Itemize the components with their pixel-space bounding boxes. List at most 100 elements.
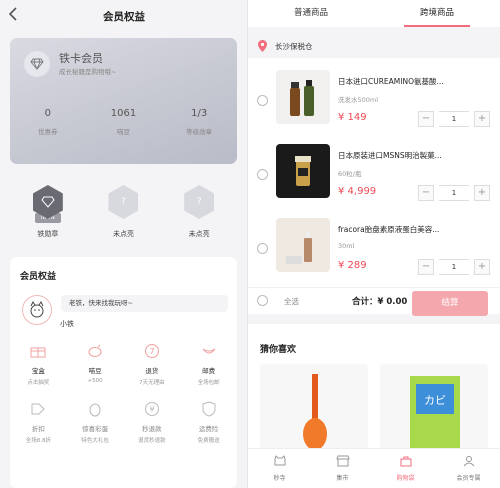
quantity-value[interactable]: 1 bbox=[439, 111, 469, 127]
cart-item: fracora胎盘素原液蛋白美容... 30ml ¥ 289 − 1 + bbox=[248, 212, 500, 286]
speech-bubble: 老铁，快来找我玩呀~ bbox=[61, 295, 228, 312]
benefit-sub: +500 bbox=[87, 378, 103, 384]
stat-value: 1061 bbox=[110, 108, 137, 119]
svg-text:カビ: カビ bbox=[424, 394, 446, 407]
stat-label: 等级勋章 bbox=[186, 128, 213, 136]
tabbar-label: 秒寺 bbox=[273, 475, 286, 482]
stat-beans[interactable]: 1061 喵豆 bbox=[86, 108, 162, 136]
egg-icon bbox=[85, 399, 105, 419]
benefits-grid: 宝盒点击抽奖 喵豆 +500 7 退货 7天无理由 邮费全场包邮 折扣 全场8.8折 惊… bbox=[10, 341, 237, 457]
stat-coupons[interactable]: 0 优惠券 bbox=[10, 108, 86, 136]
benefit-sub: 7天无理由 bbox=[139, 380, 165, 386]
benefit-sub: 点击抽奖 bbox=[27, 380, 50, 386]
product-name[interactable]: 日本原装进口MSNS明治製菓... bbox=[338, 150, 466, 161]
stat-value: 0 bbox=[44, 108, 52, 119]
tab-normal-goods[interactable]: 普通商品 bbox=[248, 0, 374, 27]
benefit-sub: 特色大礼包 bbox=[81, 438, 109, 444]
product-image[interactable] bbox=[276, 70, 330, 124]
svg-text:7: 7 bbox=[149, 347, 154, 356]
product-spec: 30ml bbox=[338, 242, 355, 250]
product-name[interactable]: fracora胎盘素原液蛋白美容... bbox=[338, 224, 466, 235]
stat-label: 喵豆 bbox=[117, 128, 130, 136]
recommended-product-card[interactable]: カビ bbox=[380, 364, 488, 452]
page-title: 会员权益 bbox=[103, 11, 145, 23]
product-image[interactable] bbox=[276, 218, 330, 272]
medal-locked-2[interactable]: ? 未点亮 bbox=[169, 180, 229, 250]
shopping-bag-icon bbox=[398, 455, 414, 469]
decrease-button[interactable]: − bbox=[418, 259, 434, 275]
product-spec: 洗发水500ml bbox=[338, 96, 379, 104]
section-title: 会员权益 bbox=[20, 272, 57, 282]
medal-locked-1[interactable]: ? 未点亮 bbox=[93, 180, 153, 250]
benefit-sub: 退货秒退款 bbox=[138, 438, 166, 444]
member-level-desc: 成长秘籍是购物哦~ bbox=[59, 68, 117, 76]
medal-label: 未点亮 bbox=[188, 230, 210, 238]
checkout-button[interactable]: 结算 bbox=[412, 291, 488, 316]
tabbar-item-market[interactable]: 集市 bbox=[311, 449, 374, 488]
benefit-item[interactable]: 邮费 全场包邮 bbox=[180, 341, 237, 399]
benefits-row-active: 宝盒点击抽奖 喵豆 +500 7 退货 7天无理由 邮费全场包邮 bbox=[10, 341, 237, 399]
refund-icon: ¥ bbox=[142, 399, 162, 419]
discount-tag-icon bbox=[28, 399, 48, 419]
benefit-item[interactable]: 惊喜彩蛋 特色大礼包 bbox=[67, 399, 124, 457]
recommended-product-card[interactable] bbox=[260, 364, 368, 452]
shopping-cart-panel: 普通商品 跨境商品 长沙保税仓 日本进口CUREAMINO氨基酸... 洗发水5… bbox=[248, 0, 500, 488]
benefit-name: 宝盒 bbox=[31, 367, 45, 375]
piggy-bank-icon bbox=[85, 341, 105, 361]
screen: 会员权益 铁卡会员 成长秘籍是购物哦~ 0 优惠券 1061 喵豆 1/3 等级勋章 … bbox=[0, 0, 500, 488]
increase-button[interactable]: + bbox=[474, 185, 490, 201]
product-image[interactable] bbox=[276, 144, 330, 198]
gift-box-icon bbox=[28, 341, 48, 361]
item-select-radio[interactable] bbox=[257, 95, 268, 106]
market-icon bbox=[335, 455, 351, 469]
benefit-name: 折扣 bbox=[31, 425, 45, 433]
increase-button[interactable]: + bbox=[474, 259, 490, 275]
member-card: 铁卡会员 成长秘籍是购物哦~ 0 优惠券 1061 喵豆 1/3 等级勋章 bbox=[10, 38, 237, 164]
bottom-tab-bar: 秒寺 集市 购物袋 会员专属 bbox=[248, 448, 500, 488]
quantity-stepper: − 1 + bbox=[418, 185, 490, 201]
select-all-label[interactable]: 全选 bbox=[284, 296, 299, 307]
shipping-icon bbox=[199, 341, 219, 361]
benefit-item[interactable]: 宝盒 点击抽奖 bbox=[10, 341, 67, 399]
store-name[interactable]: 长沙保税仓 bbox=[275, 41, 313, 52]
medal-list: IRON 铁勋章 ? 未点亮 ? 未点亮 bbox=[10, 180, 237, 250]
benefit-name: 喵豆 bbox=[88, 367, 102, 375]
benefit-name: 运费险 bbox=[198, 425, 219, 433]
medal-label: 未点亮 bbox=[112, 230, 134, 238]
stat-value: 1/3 bbox=[191, 108, 208, 119]
store-row: 长沙保税仓 bbox=[248, 35, 500, 57]
benefit-item[interactable]: 运费险 免费赠送 bbox=[180, 399, 237, 457]
benefit-item[interactable]: ¥ 秒退款 退货秒退款 bbox=[124, 399, 181, 457]
user-name: 小铁 bbox=[60, 320, 74, 328]
benefit-item[interactable]: 喵豆 +500 bbox=[67, 341, 124, 399]
tabbar-label: 集市 bbox=[336, 475, 349, 482]
benefit-item[interactable]: 7 退货 7天无理由 bbox=[124, 341, 181, 399]
decrease-button[interactable]: − bbox=[418, 111, 434, 127]
tabbar-item-member[interactable]: 会员专属 bbox=[437, 449, 500, 488]
benefit-sub: 全场包邮 bbox=[197, 380, 220, 386]
stat-medals[interactable]: 1/3 等级勋章 bbox=[161, 108, 237, 136]
quantity-value[interactable]: 1 bbox=[439, 185, 469, 201]
return-7-icon: 7 bbox=[142, 341, 162, 361]
tabbar-item-home[interactable]: 秒寺 bbox=[248, 449, 311, 488]
tab-crossborder-goods[interactable]: 跨境商品 bbox=[374, 0, 500, 27]
benefit-name: 邮费 bbox=[202, 367, 216, 375]
decrease-button[interactable]: − bbox=[418, 185, 434, 201]
item-select-radio[interactable] bbox=[257, 243, 268, 254]
quantity-stepper: − 1 + bbox=[418, 259, 490, 275]
recommendations-title: 猜你喜欢 bbox=[260, 345, 297, 355]
member-level: 铁卡会员 bbox=[59, 52, 103, 65]
select-all-radio[interactable] bbox=[257, 295, 268, 306]
product-spec: 60粒/瓶 bbox=[338, 170, 362, 178]
increase-button[interactable]: + bbox=[474, 111, 490, 127]
benefit-item[interactable]: 折扣 全场8.8折 bbox=[10, 399, 67, 457]
cart-item: 日本进口CUREAMINO氨基酸... 洗发水500ml ¥ 149 − 1 + bbox=[248, 64, 500, 138]
quantity-value[interactable]: 1 bbox=[439, 259, 469, 275]
tabbar-item-cart[interactable]: 购物袋 bbox=[374, 449, 437, 488]
avatar[interactable] bbox=[22, 295, 52, 325]
stat-label: 优惠券 bbox=[38, 128, 58, 136]
item-select-radio[interactable] bbox=[257, 169, 268, 180]
benefit-name: 惊喜彩蛋 bbox=[82, 425, 109, 433]
medal-iron[interactable]: IRON 铁勋章 bbox=[18, 180, 78, 250]
product-name[interactable]: 日本进口CUREAMINO氨基酸... bbox=[338, 76, 466, 87]
